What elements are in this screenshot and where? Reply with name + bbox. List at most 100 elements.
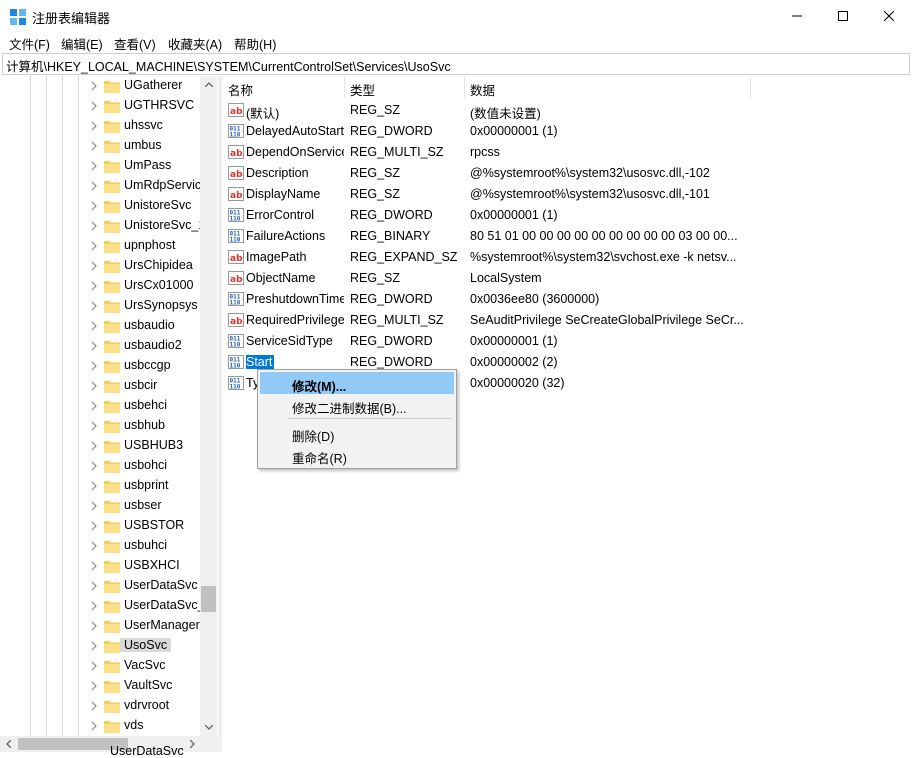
- tree-item[interactable]: UrsChipidea: [0, 256, 200, 276]
- value-row[interactable]: ab Description REG_SZ @%systemroot%\system3…: [222, 163, 910, 184]
- menu-item-delete[interactable]: 删除(D): [260, 422, 454, 444]
- chevron-right-icon[interactable]: [89, 641, 99, 651]
- tree-vertical-scrollbar[interactable]: [200, 76, 217, 736]
- scroll-thumb[interactable]: [201, 586, 216, 612]
- tree-item[interactable]: UGTHRSVC: [0, 96, 200, 116]
- chevron-right-icon[interactable]: [89, 281, 99, 291]
- chevron-right-icon[interactable]: [89, 261, 99, 271]
- value-row[interactable]: ab DependOnService REG_MULTI_SZ rpcss: [222, 142, 910, 163]
- chevron-right-icon[interactable]: [89, 241, 99, 251]
- tree-item[interactable]: USBXHCI: [0, 556, 200, 576]
- tree-item[interactable]: UnistoreSvc: [0, 196, 200, 216]
- column-header-data[interactable]: 数据: [464, 76, 750, 98]
- tree-item[interactable]: UserDataSvc_1: [0, 596, 212, 616]
- tree-item[interactable]: UmPass: [0, 156, 200, 176]
- chevron-right-icon[interactable]: [89, 201, 99, 211]
- value-row[interactable]: ab DisplayName REG_SZ @%systemroot%\system3…: [222, 184, 910, 205]
- chevron-right-icon[interactable]: [89, 301, 99, 311]
- tree-item[interactable]: usbohci: [0, 456, 200, 476]
- chevron-right-icon[interactable]: [89, 701, 99, 711]
- tree-item[interactable]: usbcir: [0, 376, 200, 396]
- menu-view[interactable]: 查看(V): [114, 34, 156, 53]
- value-row[interactable]: 011 110 ServiceSidType REG_DWORD 0x00000001 …: [222, 331, 910, 352]
- tree-item[interactable]: upnphost: [0, 236, 200, 256]
- chevron-right-icon[interactable]: [89, 421, 99, 431]
- tree-item[interactable]: usbprint: [0, 476, 200, 496]
- chevron-right-icon[interactable]: [89, 121, 99, 131]
- scroll-left-button[interactable]: [0, 736, 17, 752]
- column-divider[interactable]: [750, 76, 751, 98]
- tree-item[interactable]: vds: [0, 716, 200, 736]
- tree-horizontal-scrollbar[interactable]: [0, 736, 218, 752]
- value-row[interactable]: 011110PreshutdownTimeout REG_DWORD 0x0036e…: [222, 289, 910, 310]
- chevron-right-icon[interactable]: [89, 341, 99, 351]
- tree-item[interactable]: USBSTOR: [0, 516, 200, 536]
- column-header-type[interactable]: 类型: [344, 76, 464, 98]
- menu-item-rename[interactable]: 重命名(R): [260, 444, 454, 466]
- chevron-right-icon[interactable]: [89, 441, 99, 451]
- tree-item[interactable]: vdrvroot: [0, 696, 200, 716]
- address-path[interactable]: 计算机\HKEY_LOCAL_MACHINE\SYSTEM\CurrentCon…: [6, 56, 451, 75]
- chevron-right-icon[interactable]: [89, 481, 99, 491]
- chevron-right-icon[interactable]: [89, 521, 99, 531]
- tree-item[interactable]: UserManager: [0, 616, 200, 636]
- value-row[interactable]: ab RequiredPrivileges REG_MULTI_SZ SeAuditP…: [222, 310, 910, 331]
- menu-help[interactable]: 帮助(H): [234, 34, 276, 53]
- chevron-right-icon[interactable]: [89, 361, 99, 371]
- tree-item[interactable]: USBHUB3: [0, 436, 200, 456]
- tree-item[interactable]: UnistoreSvc_1: [0, 216, 205, 236]
- value-row[interactable]: ab ImagePath REG_EXPAND_SZ %systemroot%\sys…: [222, 247, 910, 268]
- chevron-right-icon[interactable]: [89, 681, 99, 691]
- tree-item[interactable]: VaultSvc: [0, 676, 200, 696]
- chevron-right-icon[interactable]: [89, 381, 99, 391]
- tree-item[interactable]: usbaudio2: [0, 336, 200, 356]
- value-row[interactable]: ab (默认) REG_SZ (数值未设置): [222, 100, 910, 121]
- tree-item[interactable]: usbehci: [0, 396, 200, 416]
- scroll-right-button[interactable]: [184, 736, 201, 752]
- column-header-name[interactable]: 名称: [222, 76, 344, 98]
- chevron-right-icon[interactable]: [89, 401, 99, 411]
- tree-item[interactable]: usbser: [0, 496, 200, 516]
- maximize-button[interactable]: [820, 0, 866, 32]
- chevron-right-icon[interactable]: [89, 581, 99, 591]
- chevron-right-icon[interactable]: [89, 601, 99, 611]
- chevron-right-icon[interactable]: [89, 161, 99, 171]
- tree-item[interactable]: usbhub: [0, 416, 200, 436]
- menu-item-modify-binary[interactable]: 修改二进制数据(B)...: [260, 394, 454, 416]
- tree-item[interactable]: usbccgp: [0, 356, 200, 376]
- scroll-down-button[interactable]: [200, 719, 217, 736]
- tree-item[interactable]: UserDataSvc: [0, 576, 200, 596]
- menu-edit[interactable]: 编辑(E): [61, 34, 103, 53]
- chevron-right-icon[interactable]: [89, 661, 99, 671]
- menu-item-modify[interactable]: 修改(M)...: [260, 372, 454, 394]
- chevron-right-icon[interactable]: [89, 461, 99, 471]
- chevron-right-icon[interactable]: [89, 221, 99, 231]
- address-bar[interactable]: 计算机\HKEY_LOCAL_MACHINE\SYSTEM\CurrentCon…: [2, 53, 910, 75]
- value-row[interactable]: 011 110 DelayedAutoStart REG_DWORD 0x0000000…: [222, 121, 910, 142]
- chevron-right-icon[interactable]: [89, 621, 99, 631]
- value-row[interactable]: ab ObjectName REG_SZ LocalSystem: [222, 268, 910, 289]
- chevron-right-icon[interactable]: [89, 181, 99, 191]
- tree-item[interactable]: UrsSynopsys: [0, 296, 200, 316]
- tree-item[interactable]: UmRdpService: [0, 176, 208, 196]
- value-row[interactable]: 011 110 ErrorControl REG_DWORD 0x00000001 (1…: [222, 205, 910, 226]
- menu-favorites[interactable]: 收藏夹(A): [168, 34, 222, 53]
- close-button[interactable]: [866, 0, 912, 32]
- value-row[interactable]: 011 110 FailureActions REG_BINARY 80 51 01 0…: [222, 226, 910, 247]
- menu-file[interactable]: 文件(F): [9, 34, 50, 53]
- tree-item[interactable]: UGatherer: [0, 76, 200, 96]
- tree-item[interactable]: UrsCx01000: [0, 276, 200, 296]
- chevron-right-icon[interactable]: [89, 541, 99, 551]
- minimize-button[interactable]: [774, 0, 820, 32]
- chevron-right-icon[interactable]: [89, 501, 99, 511]
- chevron-right-icon[interactable]: [89, 81, 99, 91]
- chevron-right-icon[interactable]: [89, 141, 99, 151]
- tree-item[interactable]: usbaudio: [0, 316, 200, 336]
- scroll-up-button[interactable]: [200, 76, 217, 93]
- chevron-right-icon[interactable]: [89, 321, 99, 331]
- tree-item[interactable]: VacSvc: [0, 656, 200, 676]
- key-tree[interactable]: UGatherer UGTHRSVC uhssvc umbus UmPass UmRdpS…: [0, 76, 219, 752]
- tree-item[interactable]: UsoSvc: [0, 636, 200, 656]
- tree-item[interactable]: uhssvc: [0, 116, 200, 136]
- chevron-right-icon[interactable]: [89, 101, 99, 111]
